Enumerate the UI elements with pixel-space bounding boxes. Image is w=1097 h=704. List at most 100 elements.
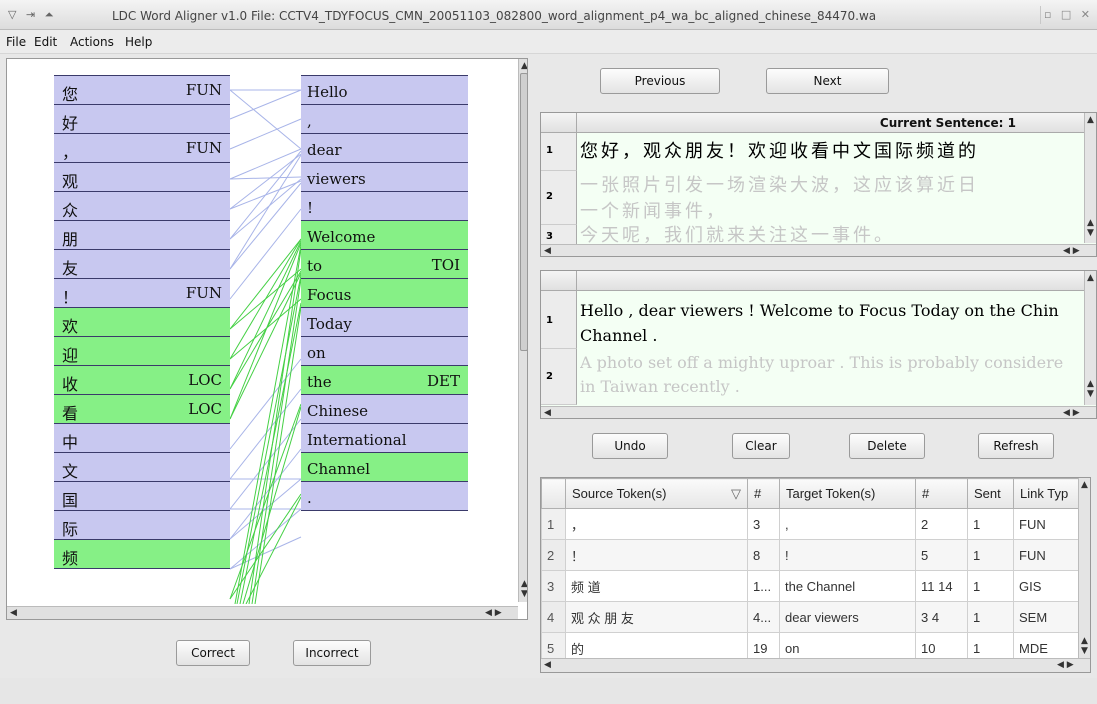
target-token[interactable]: ! bbox=[301, 191, 468, 221]
scroll-up-icon[interactable]: ▲ bbox=[1081, 480, 1088, 490]
refresh-button[interactable]: Refresh bbox=[978, 433, 1054, 459]
links-table-vscroll[interactable]: ▲ ▲ ▼ bbox=[1078, 478, 1090, 658]
sort-descending-icon: ▽ bbox=[731, 485, 741, 501]
title-separator bbox=[1040, 6, 1041, 24]
source-token[interactable]: 文 bbox=[54, 452, 230, 482]
source-token[interactable]: 迎 bbox=[54, 336, 230, 366]
target-token[interactable]: , bbox=[301, 104, 468, 134]
menu-edit[interactable]: Edit bbox=[34, 35, 57, 49]
source-token[interactable]: 朋 bbox=[54, 220, 230, 250]
window-menu-icon[interactable]: ▽ ⇥ ⏶ bbox=[8, 8, 56, 22]
links-table-hscroll[interactable]: ◀ ◀ ▶ bbox=[541, 658, 1090, 672]
target-token[interactable]: on bbox=[301, 336, 468, 366]
source-panel-vscroll[interactable]: ▲ ▲ ▼ bbox=[1084, 113, 1096, 243]
menu-file[interactable]: File bbox=[6, 35, 26, 49]
target-sentence-panel[interactable]: 1 Hello , dear viewers ! Welcome to Focu… bbox=[540, 270, 1097, 419]
source-token[interactable]: 际 bbox=[54, 510, 230, 540]
scroll-left-icon[interactable]: ◀ bbox=[544, 246, 551, 256]
target-sentence[interactable]: A photo set off a mighty uproar . This i… bbox=[580, 353, 1063, 372]
scroll-thumb[interactable] bbox=[520, 73, 527, 351]
column-header-sent[interactable]: Sent bbox=[967, 478, 1014, 509]
row-number: 1 bbox=[541, 508, 566, 540]
scroll-updown-icon[interactable]: ▲ ▼ bbox=[1087, 218, 1094, 238]
alignment-horizontal-scrollbar[interactable]: ◀ ◀ ▶ bbox=[7, 606, 518, 619]
source-token[interactable]: 国 bbox=[54, 481, 230, 511]
target-token[interactable]: Channel bbox=[301, 452, 468, 482]
target-token[interactable]: viewers bbox=[301, 162, 468, 192]
alignment-view[interactable]: 您 FUN 好 ， FUN 观 众 朋 友 ！ FUN 欢 迎 收 LOC 看 LOC 中… bbox=[6, 58, 528, 620]
source-token[interactable]: 中 bbox=[54, 423, 230, 453]
source-token[interactable]: 观 bbox=[54, 162, 230, 192]
column-header-target[interactable]: Target Token(s) bbox=[779, 478, 916, 509]
table-row[interactable]: 2 ！ 8 ! 5 1 FUN bbox=[541, 539, 1080, 571]
scroll-leftright-icon[interactable]: ◀ ▶ bbox=[485, 608, 502, 618]
source-sentence[interactable]: 一张照片引发一场渲染大波，这应该算近日 bbox=[580, 171, 979, 197]
scroll-left-icon[interactable]: ◀ bbox=[544, 660, 551, 670]
incorrect-button[interactable]: Incorrect bbox=[293, 640, 371, 666]
menu-actions[interactable]: Actions bbox=[70, 35, 114, 49]
cell-target-num: 2 bbox=[915, 508, 968, 540]
target-token[interactable]: Focus bbox=[301, 278, 468, 308]
target-token[interactable]: Welcome bbox=[301, 220, 468, 250]
target-token[interactable]: International bbox=[301, 423, 468, 453]
row-number: 3 bbox=[541, 225, 577, 245]
target-token[interactable]: Chinese bbox=[301, 394, 468, 424]
source-token[interactable]: 友 bbox=[54, 249, 230, 279]
table-row[interactable]: 4 观 众 朋 友 4... dear viewers 3 4 1 SEM bbox=[541, 601, 1080, 633]
source-token[interactable]: 看 LOC bbox=[54, 394, 230, 424]
clear-button[interactable]: Clear bbox=[732, 433, 790, 459]
correct-button[interactable]: Correct bbox=[176, 640, 250, 666]
target-panel-hscroll[interactable]: ◀ ◀ ▶ bbox=[541, 406, 1096, 418]
source-token[interactable]: ！ FUN bbox=[54, 278, 230, 308]
scroll-leftright-icon[interactable]: ◀ ▶ bbox=[1063, 408, 1080, 418]
target-token[interactable]: the DET bbox=[301, 365, 468, 395]
menu-bar: File Edit Actions Help bbox=[0, 30, 1097, 54]
scroll-up-icon[interactable]: ▲ bbox=[1087, 115, 1094, 125]
table-row[interactable]: 3 频 道 1... the Channel 11 14 1 GIS bbox=[541, 570, 1080, 602]
scroll-updown-icon[interactable]: ▲ ▼ bbox=[1081, 636, 1088, 656]
scroll-leftright-icon[interactable]: ◀ ▶ bbox=[1057, 660, 1074, 670]
links-table[interactable]: Source Token(s) ▽ # Target Token(s) # Se… bbox=[540, 477, 1091, 673]
column-header-source[interactable]: Source Token(s) ▽ bbox=[565, 478, 748, 509]
scroll-leftright-icon[interactable]: ◀ ▶ bbox=[1063, 246, 1080, 256]
next-button[interactable]: Next bbox=[766, 68, 889, 94]
target-token[interactable]: dear bbox=[301, 133, 468, 163]
target-sentence-current[interactable]: Hello , dear viewers ! Welcome to Focus … bbox=[580, 301, 1059, 320]
scroll-updown-icon[interactable]: ▲ ▼ bbox=[1087, 379, 1094, 399]
target-token[interactable]: Hello bbox=[301, 75, 468, 105]
target-panel-vscroll[interactable]: ▲ ▲ ▼ bbox=[1084, 271, 1096, 405]
source-token[interactable]: 欢 bbox=[54, 307, 230, 337]
scroll-up-icon[interactable]: ▲ bbox=[1087, 273, 1094, 283]
table-row[interactable]: 1 ， 3 , 2 1 FUN bbox=[541, 508, 1080, 540]
target-token[interactable]: Today bbox=[301, 307, 468, 337]
source-token[interactable]: 众 bbox=[54, 191, 230, 221]
delete-button[interactable]: Delete bbox=[849, 433, 925, 459]
source-token[interactable]: 频 bbox=[54, 539, 230, 569]
source-sentence-current[interactable]: 您好，观众朋友！欢迎收看中文国际频道的 bbox=[580, 137, 979, 163]
column-header-link-type[interactable]: Link Typ bbox=[1013, 478, 1080, 509]
scroll-left-icon[interactable]: ◀ bbox=[10, 608, 17, 618]
column-header-target-num[interactable]: # bbox=[915, 478, 968, 509]
source-token[interactable]: ， FUN bbox=[54, 133, 230, 163]
source-token[interactable]: 收 LOC bbox=[54, 365, 230, 395]
source-panel-hscroll[interactable]: ◀ ◀ ▶ bbox=[541, 244, 1096, 256]
scroll-up-icon[interactable]: ▲ bbox=[521, 61, 527, 71]
alignment-vertical-scrollbar[interactable]: ▲ ▲ ▼ bbox=[518, 59, 527, 602]
source-token[interactable]: 好 bbox=[54, 104, 230, 134]
previous-button[interactable]: Previous bbox=[600, 68, 720, 94]
target-token[interactable]: . bbox=[301, 481, 468, 511]
row-number: 2 bbox=[541, 349, 577, 405]
undo-button[interactable]: Undo bbox=[592, 433, 668, 459]
cell-sent: 1 bbox=[967, 601, 1014, 633]
cell-source: 频 道 bbox=[565, 570, 748, 602]
source-token[interactable]: 您 FUN bbox=[54, 75, 230, 105]
scroll-updown-icon[interactable]: ▲ ▼ bbox=[521, 579, 527, 599]
column-header-source-num[interactable]: # bbox=[747, 478, 780, 509]
menu-help[interactable]: Help bbox=[125, 35, 152, 49]
scroll-left-icon[interactable]: ◀ bbox=[544, 408, 551, 418]
window-controls-icon[interactable]: ▫ □ ✕ bbox=[1044, 8, 1093, 21]
source-sentence-panel[interactable]: Current Sentence: 1 1 您好，观众朋友！欢迎收看中文国际频道… bbox=[540, 112, 1097, 257]
cell-sent: 1 bbox=[967, 508, 1014, 540]
target-token[interactable]: to TOI bbox=[301, 249, 468, 279]
row-number: 1 bbox=[541, 133, 577, 171]
